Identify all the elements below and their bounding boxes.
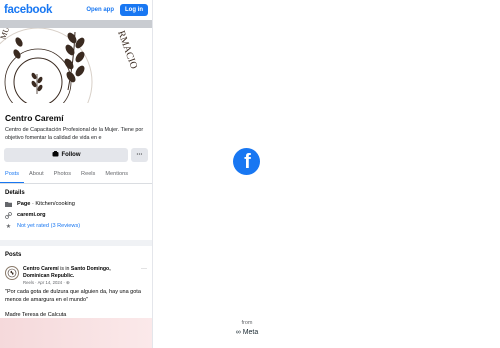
post-header: Centro Caremí is in Santo Domingo, Domin… xyxy=(0,261,152,286)
meta-label: Meta xyxy=(242,329,259,336)
facebook-icon: f xyxy=(233,148,260,175)
meta-logo: ∞ Meta xyxy=(230,329,264,336)
post-menu-button[interactable]: ··· xyxy=(141,266,147,286)
tab-mentions[interactable]: Mentions xyxy=(100,169,133,183)
login-button[interactable]: Log in xyxy=(120,4,148,16)
follow-icon xyxy=(52,150,59,159)
follow-label: Follow xyxy=(61,151,81,158)
facebook-page-column: facebook Open app Log in RMACIO MUJE Cen… xyxy=(0,0,153,348)
post-meta: Reels · Apr 14, 2024 · ⊕ xyxy=(23,280,137,286)
post-image[interactable] xyxy=(0,318,152,348)
more-options-button[interactable]: ··· xyxy=(131,147,148,162)
post-author-block: Centro Caremí is in Santo Domingo, Domin… xyxy=(23,266,137,286)
page-type-label: Page xyxy=(17,201,31,208)
category-value: · Kitchen/cooking xyxy=(31,201,75,208)
open-app-link[interactable]: Open app xyxy=(86,7,114,13)
splash-panel: f from ∞ Meta xyxy=(153,0,500,348)
meta-infinity-icon: ∞ xyxy=(235,329,241,336)
detail-category: Page · Kitchen/cooking xyxy=(0,199,152,210)
tab-reels[interactable]: Reels xyxy=(76,169,100,183)
rating-link[interactable]: Not yet rated (3 Reviews) xyxy=(17,223,80,229)
details-heading: Details xyxy=(5,189,25,196)
globe-icon: ⊕ xyxy=(66,279,70,285)
svg-text:RMACIO: RMACIO xyxy=(115,29,139,70)
follow-button[interactable]: Follow xyxy=(4,147,128,162)
post-signature: Madre Teresa de Calcuta xyxy=(5,312,67,319)
link-icon xyxy=(5,211,12,219)
top-bar: facebook Open app Log in xyxy=(0,0,152,20)
page-tabs: Posts About Photos Reels Mentions xyxy=(0,169,152,184)
tab-about[interactable]: About xyxy=(24,169,49,183)
post-author[interactable]: Centro Caremí xyxy=(23,266,59,272)
post-is-in: is in xyxy=(60,265,70,272)
page: facebook Open app Log in RMACIO MUJE Cen… xyxy=(0,0,500,348)
page-bio: Centro de Capacitación Profesional de la… xyxy=(5,127,144,141)
detail-rating: ★ Not yet rated (3 Reviews) xyxy=(0,221,152,232)
action-bar: Follow ··· xyxy=(0,143,152,162)
cover-artwork: RMACIO MUJE xyxy=(0,20,139,103)
folder-icon xyxy=(5,201,12,208)
post-date: Reels · Apr 14, 2024 · xyxy=(23,279,66,285)
page-name: Centro Caremí xyxy=(5,113,64,123)
website-link[interactable]: caremi.org xyxy=(17,212,46,218)
posts-heading: Posts xyxy=(5,251,22,258)
tab-posts[interactable]: Posts xyxy=(0,169,24,183)
star-icon: ★ xyxy=(5,223,12,230)
tab-photos[interactable]: Photos xyxy=(49,169,76,183)
post-text: "Por cada gota de dulzura que alguien da… xyxy=(5,289,141,304)
avatar[interactable] xyxy=(5,265,19,280)
detail-website: caremi.org xyxy=(0,210,152,221)
facebook-logo[interactable]: facebook xyxy=(4,4,52,16)
cover-grey-strip xyxy=(0,20,152,28)
from-label: from xyxy=(241,320,253,326)
cover-photo: RMACIO MUJE xyxy=(0,20,152,103)
